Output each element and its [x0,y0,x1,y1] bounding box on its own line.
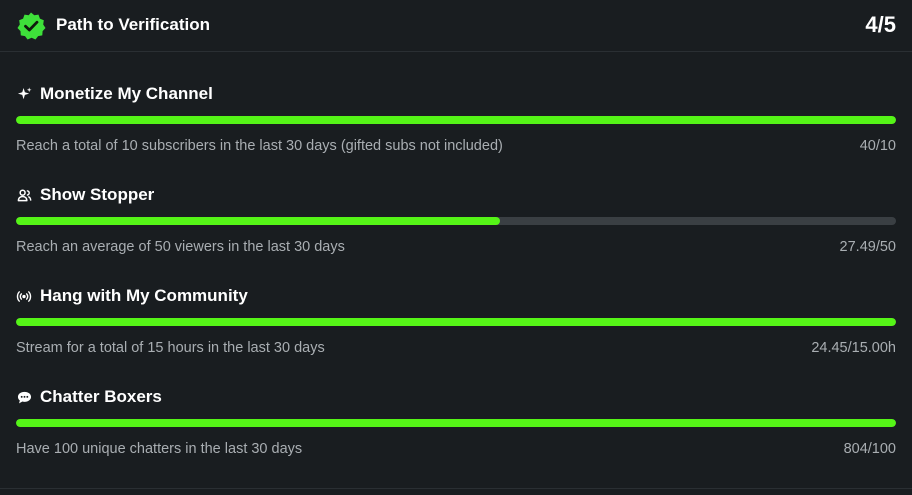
viewers-icon [16,187,32,203]
goal-progress-fill [16,318,896,326]
verification-panel: Path to Verification 4/5 Monetize My Cha… [0,0,912,495]
broadcast-icon [16,288,32,304]
goal-value: 24.45/15.00h [811,340,896,356]
sparkle-icon [16,86,32,102]
panel-header: Path to Verification 4/5 [0,0,912,52]
goal-chatter-boxers: Chatter Boxers Have 100 unique chatters … [16,386,896,476]
goal-title: Show Stopper [40,185,155,204]
goal-progress-fill [16,217,500,225]
chat-bubble-icon [16,389,32,405]
bottom-divider [0,488,912,489]
goal-progress-bar [16,116,896,124]
goal-description: Stream for a total of 15 hours in the la… [16,340,325,356]
verification-progress-count: 4/5 [865,12,896,37]
goal-value: 804/100 [843,441,896,457]
goal-title: Monetize My Channel [40,84,213,103]
goal-progress-fill [16,116,896,124]
goal-value: 40/10 [859,138,896,154]
goal-progress-bar [16,419,896,427]
page-title: Path to Verification [56,15,210,34]
goal-progress-fill [16,419,896,427]
goal-progress-bar [16,217,896,225]
verified-badge-icon [17,12,46,40]
goal-value: 27.49/50 [839,239,896,255]
goal-description: Reach a total of 10 subscribers in the l… [16,138,503,154]
goal-title: Hang with My Community [40,286,248,305]
goal-show-stopper: Show Stopper Reach an average of 50 view… [16,184,896,274]
goal-monetize: Monetize My Channel Reach a total of 10 … [16,83,896,173]
goal-title: Chatter Boxers [40,387,162,406]
goal-description: Reach an average of 50 viewers in the la… [16,239,345,255]
goal-description: Have 100 unique chatters in the last 30 … [16,441,303,457]
goal-progress-bar [16,318,896,326]
goal-hang-with-community: Hang with My Community Stream for a tota… [16,285,896,375]
